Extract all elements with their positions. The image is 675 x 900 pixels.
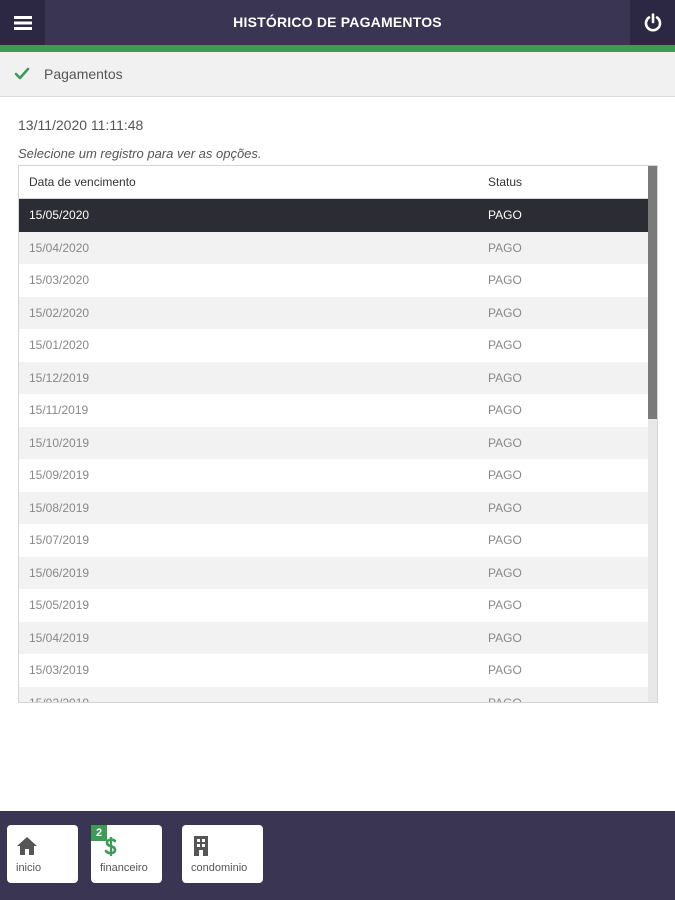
table-row[interactable]: 15/02/2019 PAGO [19,686,649,703]
cell-due-date: 15/12/2019 [29,370,90,385]
bottom-navigation: inicio 2 financeiro condominio [0,811,675,900]
cell-due-date: 15/03/2020 [29,273,90,287]
table-row[interactable]: 15/05/2020 PAGO [19,199,649,232]
cell-due-date: 15/05/2020 [29,208,90,222]
cell-status: PAGO [488,695,522,703]
section-title: Pagamentos [44,66,123,82]
cell-status: PAGO [488,403,522,417]
scrollbar-thumb[interactable] [648,166,657,419]
cell-due-date: 15/01/2020 [29,338,90,352]
table-row[interactable]: 15/09/2019 PAGO [19,459,649,492]
cell-due-date: 15/11/2019 [29,403,89,417]
table-row[interactable]: 15/01/2020 PAGO [19,329,649,362]
cell-due-date: 15/02/2020 [29,305,90,320]
table-row[interactable]: 15/11/2019 PAGO [19,394,649,427]
table-row[interactable]: 15/04/2020 PAGO [19,231,649,264]
cell-status: PAGO [488,435,522,450]
cell-status: PAGO [488,663,522,677]
section-header: Pagamentos [0,52,675,97]
cell-status: PAGO [488,630,522,645]
cell-due-date: 15/07/2019 [29,533,90,547]
table-row[interactable]: 15/05/2019 PAGO [19,589,649,622]
table-row[interactable]: 15/12/2019 PAGO [19,361,649,394]
column-header-status[interactable]: Status [488,166,522,199]
table-row[interactable]: 15/04/2019 PAGO [19,621,649,654]
column-header-date[interactable]: Data de vencimento [29,166,136,199]
nav-item-inicio[interactable]: inicio [7,825,78,883]
cell-due-date: 15/06/2019 [29,565,90,580]
home-icon [17,837,37,855]
top-bar: HISTÓRICO DE PAGAMENTOS [0,0,675,45]
cell-status: PAGO [488,240,522,255]
payments-table: Data de vencimento Status 15/05/2020 PAGO… [18,165,658,703]
nav-label-inicio: inicio [16,862,42,874]
cell-due-date: 15/10/2019 [29,435,90,450]
cell-status: PAGO [488,565,522,580]
cell-due-date: 15/08/2019 [29,500,90,515]
instruction-text: Selecione um registro para ver as opções… [18,146,262,161]
power-icon [644,12,661,31]
cell-status: PAGO [488,598,522,612]
nav-label-financeiro: financeiro [100,862,148,874]
cell-due-date: 15/04/2019 [29,630,90,645]
table-row[interactable]: 15/07/2019 PAGO [19,524,649,557]
check-icon [13,65,31,83]
building-icon [194,836,208,856]
accent-bar [0,45,675,52]
menu-button[interactable] [0,0,45,45]
table-header: Data de vencimento Status [19,166,649,199]
hamburger-icon [13,15,32,30]
scrollbar[interactable] [648,166,657,702]
cell-due-date: 15/04/2020 [29,240,90,255]
dollar-icon [104,837,117,856]
table-row[interactable]: 15/10/2019 PAGO [19,426,649,459]
nav-label-condominio: condominio [191,862,248,874]
cell-status: PAGO [488,533,522,547]
table-row[interactable]: 15/06/2019 PAGO [19,556,649,589]
table-row[interactable]: 15/03/2019 PAGO [19,654,649,687]
nav-item-financeiro[interactable]: 2 financeiro [91,825,162,883]
logout-button[interactable] [630,0,675,45]
cell-status: PAGO [488,468,522,482]
table-row[interactable]: 15/03/2020 PAGO [19,264,649,297]
cell-status: PAGO [488,208,522,222]
timestamp: 13/11/2020 11:11:48 [18,117,144,133]
cell-status: PAGO [488,500,522,515]
nav-item-condominio[interactable]: condominio [182,825,263,883]
cell-due-date: 15/03/2019 [29,663,90,677]
page-title: HISTÓRICO DE PAGAMENTOS [233,14,442,30]
cell-status: PAGO [488,370,522,385]
cell-status: PAGO [488,338,522,352]
cell-status: PAGO [488,273,522,287]
table-row[interactable]: 15/08/2019 PAGO [19,491,649,524]
cell-due-date: 15/02/2019 [29,695,90,703]
cell-due-date: 15/09/2019 [29,468,90,482]
cell-due-date: 15/05/2019 [29,598,90,612]
cell-status: PAGO [488,305,522,320]
table-row[interactable]: 15/02/2020 PAGO [19,296,649,329]
table-body: 15/05/2020 PAGO 15/04/2020 PAGO 15/03/2020 PA… [19,199,649,703]
